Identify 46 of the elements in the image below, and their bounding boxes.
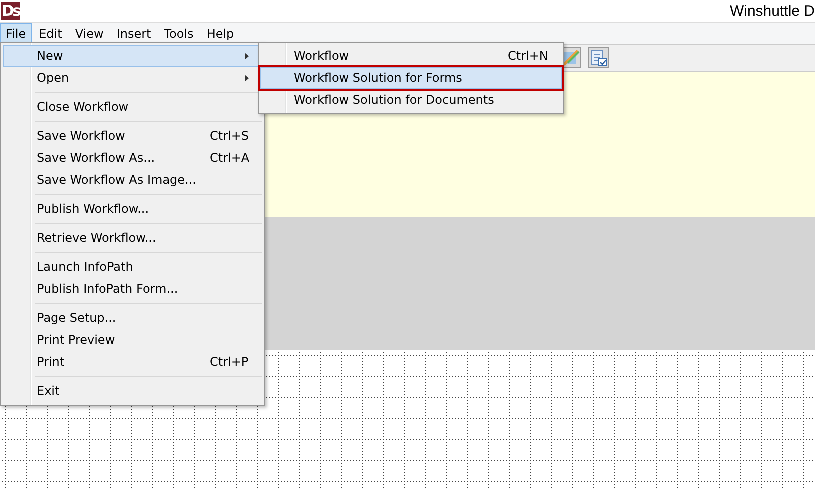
menu-bar-item[interactable]: Insert	[110, 23, 158, 44]
menu-bar-item[interactable]: Tools	[158, 23, 200, 44]
menu-item-label: Close Workflow	[37, 100, 129, 114]
menu-item-label: Save Workflow As...	[37, 151, 156, 165]
window-title: Winshuttle D	[730, 2, 815, 20]
menu-bar-item[interactable]: Edit	[33, 23, 68, 44]
menu-item-label: Workflow Solution for Forms	[294, 71, 462, 85]
menu-bar-item[interactable]: Help	[200, 23, 240, 44]
menu-item[interactable]: Print Preview	[3, 329, 262, 351]
menu-item[interactable]: Close Workflow	[3, 96, 262, 118]
menu-item[interactable]: Exit	[3, 380, 262, 402]
menu-item[interactable]: Print Ctrl+P	[3, 351, 262, 373]
menu-item-label: Launch InfoPath	[37, 260, 134, 274]
menu-item-label: Page Setup...	[37, 311, 116, 325]
menu-bar-item[interactable]: File	[0, 23, 32, 44]
menu-item[interactable]: Publish Workflow...	[3, 198, 262, 220]
shortcut-label: Ctrl+S	[210, 129, 250, 143]
menu-item[interactable]: Publish InfoPath Form...	[3, 278, 262, 300]
menu-item-label: Save Workflow	[37, 129, 126, 143]
menu-item[interactable]: Workflow Solution for Documents	[260, 89, 562, 111]
menu-item-label: Workflow Solution for Documents	[294, 93, 494, 107]
shortcut-label: Ctrl+N	[508, 49, 548, 63]
menu-item-label: New	[37, 49, 64, 63]
menu-item[interactable]: Workflow Solution for Forms	[260, 67, 562, 89]
menu-item-label: Publish InfoPath Form...	[37, 282, 178, 296]
menu-item[interactable]: Open	[3, 67, 262, 89]
menu-item[interactable]: Save Workflow As... Ctrl+A	[3, 147, 262, 169]
menu-item[interactable]: Workflow Ctrl+N	[260, 45, 562, 67]
checklist-icon[interactable]	[588, 47, 610, 69]
shortcut-label: Ctrl+A	[210, 151, 250, 165]
menu-item-label: Publish Workflow...	[37, 202, 150, 216]
menu-item[interactable]: Launch InfoPath	[3, 256, 262, 278]
menu-item-label: Retrieve Workflow...	[37, 231, 156, 245]
menu-item[interactable]: Save Workflow As Image...	[3, 169, 262, 191]
menu-item[interactable]: Retrieve Workflow...	[3, 227, 262, 249]
menu-item[interactable]: Page Setup...	[3, 307, 262, 329]
menu-item-label: Print Preview	[37, 333, 116, 347]
menu-bar-item[interactable]: View	[69, 23, 110, 44]
menu-item-label: Open	[37, 71, 70, 85]
menu-item-label: Workflow	[294, 49, 350, 63]
menu-item[interactable]: Save Workflow Ctrl+S	[3, 125, 262, 147]
menu-item-label: Print	[37, 355, 65, 369]
app-logo: Ds	[1, 2, 20, 20]
menu-item-label: Save Workflow As Image...	[37, 173, 196, 187]
shortcut-label: Ctrl+P	[210, 355, 249, 369]
menu-item-label: Exit	[37, 384, 60, 398]
